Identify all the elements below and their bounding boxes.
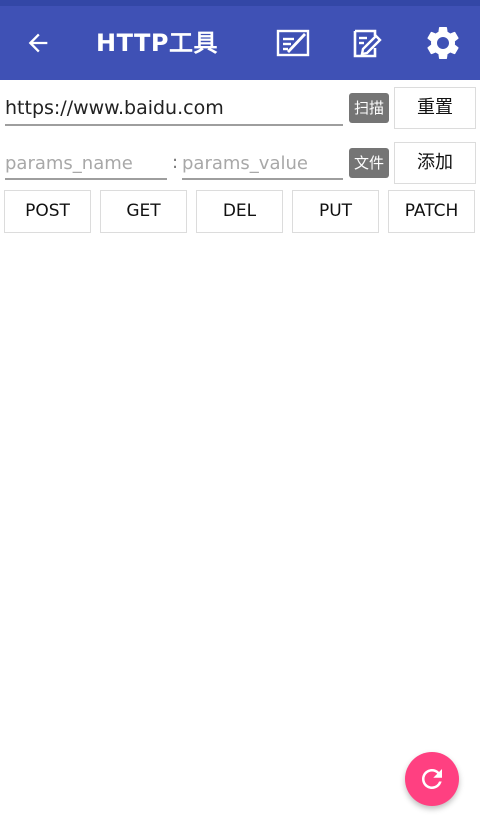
gear-icon <box>427 27 459 59</box>
file-button[interactable]: 文件 <box>349 148 389 178</box>
scan-button[interactable]: 扫描 <box>349 93 389 123</box>
app-bar: HTTP工具 <box>0 6 480 80</box>
edit-button[interactable] <box>344 6 390 80</box>
note-pen-icon <box>276 29 310 57</box>
notes-button[interactable] <box>270 6 316 80</box>
arrow-left-icon <box>28 33 48 53</box>
page-title: HTTP工具 <box>96 29 218 57</box>
edit-document-icon <box>353 29 382 58</box>
method-post-button[interactable]: POST <box>4 190 91 233</box>
params-value-input[interactable] <box>182 148 343 180</box>
url-input[interactable] <box>5 92 343 126</box>
settings-button[interactable] <box>420 6 466 80</box>
method-get-button[interactable]: GET <box>100 190 187 233</box>
add-button[interactable]: 添加 <box>394 142 476 184</box>
back-button[interactable] <box>16 6 60 80</box>
params-separator: : <box>172 152 179 173</box>
refresh-fab[interactable] <box>405 752 459 806</box>
method-patch-button[interactable]: PATCH <box>388 190 475 233</box>
params-name-input[interactable] <box>5 148 167 180</box>
refresh-icon <box>422 769 442 789</box>
method-put-button[interactable]: PUT <box>292 190 379 233</box>
reset-button[interactable]: 重置 <box>394 87 476 129</box>
method-del-button[interactable]: DEL <box>196 190 283 233</box>
